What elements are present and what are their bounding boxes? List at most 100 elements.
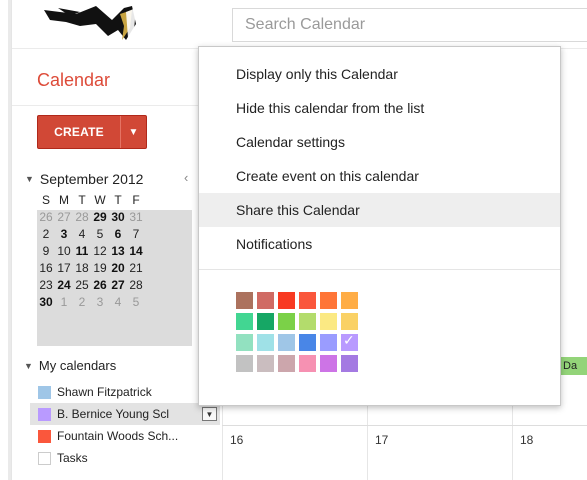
calendar-color-swatch[interactable]	[38, 385, 51, 399]
color-swatch[interactable]	[341, 355, 358, 372]
color-swatch[interactable]	[278, 292, 295, 309]
calendar-color-swatch[interactable]	[38, 451, 51, 465]
mini-calendar-day[interactable]: 30	[109, 209, 127, 226]
mini-calendar-day[interactable]: 3	[91, 294, 109, 311]
mini-calendar-day[interactable]: 18	[73, 260, 91, 277]
mini-calendar-day[interactable]: 13	[109, 243, 127, 260]
mini-calendar-day[interactable]: 21	[127, 260, 145, 277]
mini-calendar-day[interactable]: 30	[37, 294, 55, 311]
mini-calendar-day[interactable]: 31	[127, 209, 145, 226]
color-swatch[interactable]	[341, 292, 358, 309]
mini-calendar-day[interactable]: 28	[127, 277, 145, 294]
calendar-list-item[interactable]: Fountain Woods Sch...	[30, 425, 220, 447]
menu-item[interactable]: Hide this calendar from the list	[199, 91, 560, 125]
color-swatch[interactable]	[320, 292, 337, 309]
color-swatch[interactable]	[236, 334, 253, 351]
color-swatch[interactable]	[320, 334, 337, 351]
menu-item[interactable]: Calendar settings	[199, 125, 560, 159]
calendar-color-swatch[interactable]	[38, 407, 51, 421]
calendar-color-swatch[interactable]	[38, 429, 51, 443]
mini-calendar-day[interactable]: 11	[73, 243, 91, 260]
color-swatch[interactable]	[236, 292, 253, 309]
calendar-list-item[interactable]: Shawn Fitzpatrick	[30, 381, 220, 403]
create-button-label[interactable]: CREATE	[38, 116, 120, 148]
mini-calendar-day[interactable]: 27	[55, 209, 73, 226]
color-swatch[interactable]	[257, 292, 274, 309]
calendar-options-dropdown-icon[interactable]: ▼	[202, 407, 217, 421]
mini-calendar-day[interactable]: 12	[91, 243, 109, 260]
color-swatch[interactable]	[341, 313, 358, 330]
color-swatch[interactable]	[257, 313, 274, 330]
color-swatch[interactable]	[320, 313, 337, 330]
mini-calendar-day[interactable]: 20	[109, 260, 127, 277]
day-number[interactable]: 16	[230, 433, 243, 447]
search-input[interactable]	[233, 9, 587, 41]
color-swatch[interactable]	[341, 332, 358, 351]
mini-calendar-day[interactable]: 17	[55, 260, 73, 277]
my-calendars-label: My calendars	[38, 358, 117, 373]
mini-calendar-day[interactable]: 4	[109, 294, 127, 311]
mini-calendar-day[interactable]: 4	[73, 226, 91, 243]
mini-calendar-day[interactable]: 7	[127, 226, 145, 243]
mini-calendar-day[interactable]: 6	[109, 226, 127, 243]
menu-item[interactable]: Share this Calendar	[199, 193, 560, 227]
mini-calendar-day[interactable]: 25	[73, 277, 91, 294]
create-dropdown-arrow-icon[interactable]: ▼	[120, 116, 146, 148]
mini-calendar-week: 16 17 18 19 20 21	[37, 260, 200, 277]
color-swatch[interactable]	[257, 355, 274, 372]
menu-item[interactable]: Display only this Calendar	[199, 57, 560, 91]
my-calendars-header[interactable]: ▼ My calendars	[24, 358, 116, 373]
mini-calendar-grid: SMTWTF 26 27 28 29 30 31 2 3 4 5 6 7 9 10 11 12 13 14 16 17…	[37, 192, 200, 311]
mini-calendar-day[interactable]: 28	[73, 209, 91, 226]
mini-calendar-day[interactable]: 14	[127, 243, 145, 260]
palette-row	[236, 313, 376, 334]
mini-calendar-day[interactable]: 16	[37, 260, 55, 277]
color-swatch[interactable]	[320, 355, 337, 372]
mini-calendar-day[interactable]: 2	[37, 226, 55, 243]
mini-calendar-day[interactable]: 19	[91, 260, 109, 277]
mini-calendar-day[interactable]: 5	[91, 226, 109, 243]
mini-calendar-day[interactable]: 9	[37, 243, 55, 260]
calendar-name[interactable]: Shawn Fitzpatrick	[57, 385, 152, 399]
mini-calendar-day[interactable]: 5	[127, 294, 145, 311]
event-chip[interactable]: Da	[560, 357, 587, 375]
mini-calendar-day[interactable]: 26	[37, 209, 55, 226]
color-swatch[interactable]	[299, 292, 316, 309]
prev-month-icon[interactable]: ‹	[184, 170, 188, 185]
collapse-triangle-icon[interactable]: ▼	[24, 361, 33, 371]
calendar-list-item[interactable]: Tasks	[30, 447, 220, 469]
calendar-name[interactable]: Tasks	[57, 451, 88, 465]
create-button[interactable]: CREATE ▼	[37, 115, 147, 149]
mini-calendar-day[interactable]: 10	[55, 243, 73, 260]
mini-calendar-day[interactable]: 26	[91, 277, 109, 294]
mini-calendar-week: 234567	[37, 226, 200, 243]
mini-calendar-day[interactable]: 29	[91, 209, 109, 226]
mini-calendar-day[interactable]: 24	[55, 277, 73, 294]
color-swatch[interactable]	[299, 334, 316, 351]
color-swatch[interactable]	[278, 334, 295, 351]
mini-calendar-day[interactable]: 27	[109, 277, 127, 294]
color-swatch[interactable]	[257, 334, 274, 351]
collapse-triangle-icon[interactable]: ▼	[25, 174, 34, 184]
dow-label: W	[94, 193, 106, 207]
color-swatch[interactable]	[299, 355, 316, 372]
mini-calendar-day[interactable]: 2	[73, 294, 91, 311]
calendar-name[interactable]: B. Bernice Young Scl	[57, 407, 169, 421]
menu-item[interactable]: Notifications	[199, 227, 560, 261]
calendar-list-item[interactable]: B. Bernice Young Scl ▼	[30, 403, 220, 425]
dow-label: S	[41, 193, 50, 207]
color-swatch[interactable]	[299, 313, 316, 330]
color-swatch[interactable]	[278, 355, 295, 372]
search-box[interactable]	[232, 8, 587, 42]
mini-calendar-day[interactable]: 23	[37, 277, 55, 294]
day-number[interactable]: 17	[375, 433, 388, 447]
calendar-name[interactable]: Fountain Woods Sch...	[57, 429, 178, 443]
mini-calendar-day[interactable]: 1	[55, 294, 73, 311]
color-swatch[interactable]	[278, 313, 295, 330]
menu-item[interactable]: Create event on this calendar	[199, 159, 560, 193]
day-number[interactable]: 18	[520, 433, 533, 447]
mini-calendar-month[interactable]: September 2012	[40, 171, 144, 187]
mini-calendar-day[interactable]: 3	[55, 226, 73, 243]
color-swatch[interactable]	[236, 313, 253, 330]
color-swatch[interactable]	[236, 355, 253, 372]
